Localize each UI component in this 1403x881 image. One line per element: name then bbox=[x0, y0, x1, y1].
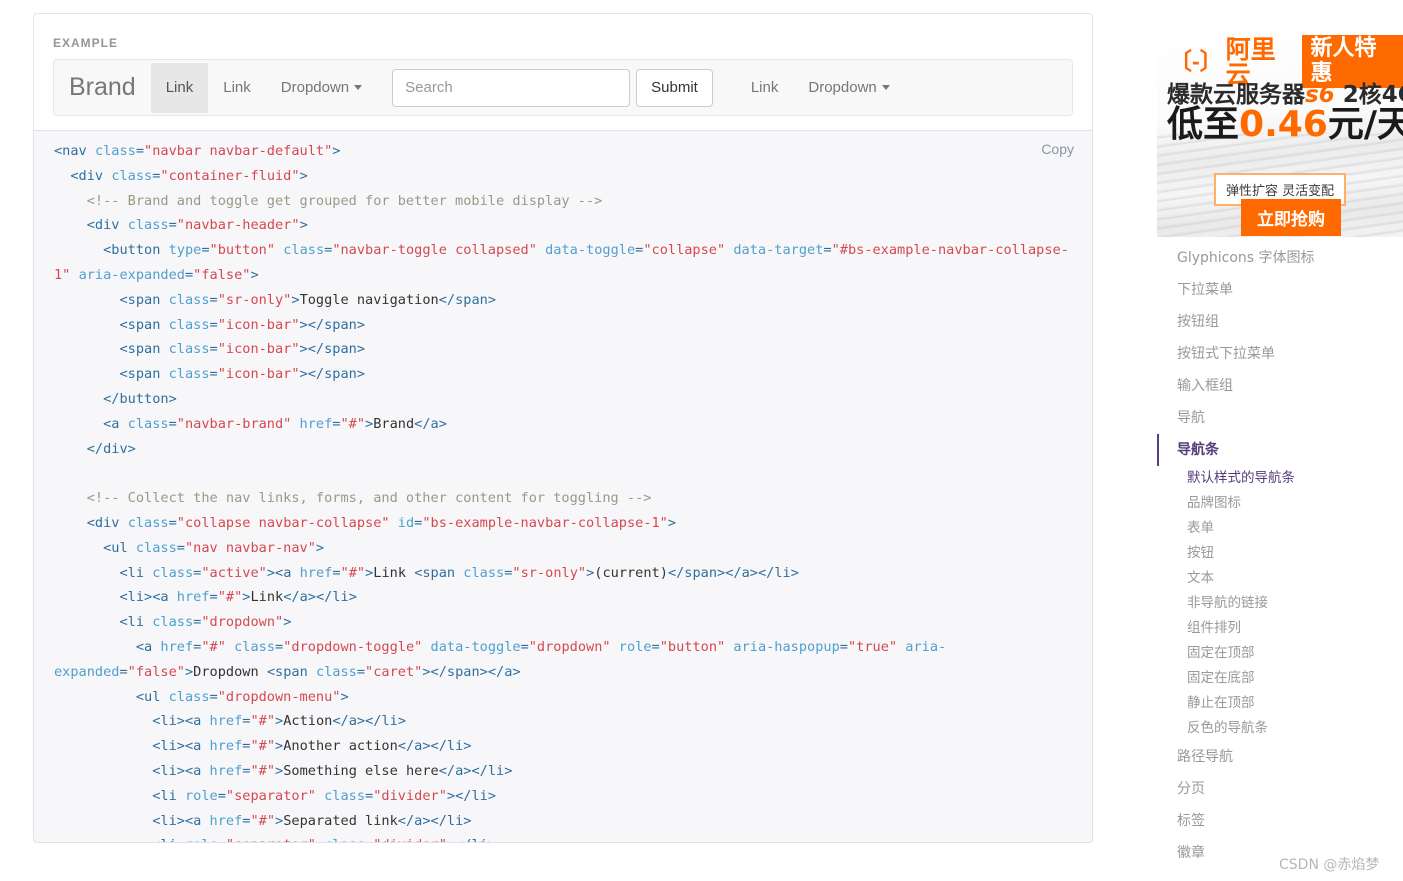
caret-down-icon bbox=[354, 85, 362, 90]
navbar-nav-right: Link Dropdown bbox=[736, 63, 905, 113]
ad-cta-button[interactable]: 立即抢购 bbox=[1241, 199, 1341, 236]
advertisement-banner[interactable]: 〔-〕 阿里云 新人特惠 爆款云服务器s6 2核4G 低至0.46元/天 弹性扩… bbox=[1157, 13, 1403, 237]
demo-navbar: Brand Link Link Dropdown Submit bbox=[53, 59, 1073, 116]
sidebar-subitem-label[interactable]: 静止在顶部 bbox=[1157, 691, 1403, 716]
navbar-item-link-1[interactable]: Link bbox=[151, 63, 209, 113]
example-preview: EXAMPLE Brand Link Link Dropdown bbox=[33, 13, 1093, 130]
sidebar-subitem[interactable]: 静止在顶部 bbox=[1157, 691, 1403, 716]
sidebar-subitem-label[interactable]: 非导航的链接 bbox=[1157, 591, 1403, 616]
submit-button[interactable]: Submit bbox=[636, 69, 713, 107]
navbar-dropdown-toggle[interactable]: Dropdown bbox=[266, 63, 377, 113]
navbar-nav-left: Link Link Dropdown bbox=[151, 63, 377, 113]
sidebar-item-label[interactable]: 下拉菜单 bbox=[1157, 274, 1403, 306]
sidebar-subitem-label[interactable]: 组件排列 bbox=[1157, 616, 1403, 641]
sidebar-subitem[interactable]: 品牌图标 bbox=[1157, 491, 1403, 516]
sidebar-subitem-label[interactable]: 文本 bbox=[1157, 566, 1403, 591]
sidebar-subitem[interactable]: 默认样式的导航条 bbox=[1157, 466, 1403, 491]
ad-price-prefix: 低至 bbox=[1167, 104, 1239, 145]
docs-sidebar: Glyphicons 字体图标下拉菜单按钮组按钮式下拉菜单输入框组导航导航条默认… bbox=[1157, 242, 1403, 869]
caret-down-icon bbox=[882, 85, 890, 90]
sidebar-subitem[interactable]: 组件排列 bbox=[1157, 616, 1403, 641]
sidebar-item-label[interactable]: 分页 bbox=[1157, 773, 1403, 805]
sidebar-subitem[interactable]: 表单 bbox=[1157, 516, 1403, 541]
sidebar-subitem-label[interactable]: 反色的导航条 bbox=[1157, 716, 1403, 741]
watermark-text: CSDN @赤焰梦 bbox=[1279, 854, 1379, 874]
navbar-dropdown-label: Dropdown bbox=[808, 79, 876, 96]
sidebar-subitem-label[interactable]: 表单 bbox=[1157, 516, 1403, 541]
ad-price-line: 低至0.46元/天 bbox=[1167, 107, 1403, 143]
sidebar-subitem-label[interactable]: 品牌图标 bbox=[1157, 491, 1403, 516]
sidebar-subitem[interactable]: 非导航的链接 bbox=[1157, 591, 1403, 616]
navbar-link-label[interactable]: Link bbox=[736, 63, 794, 113]
sidebar-subitem[interactable]: 按钮 bbox=[1157, 541, 1403, 566]
sidebar-item[interactable]: 分页 bbox=[1157, 773, 1403, 805]
copy-button[interactable]: Copy bbox=[1037, 139, 1078, 159]
ad-price-number: 0.46 bbox=[1239, 104, 1328, 145]
sidebar-subitem[interactable]: 反色的导航条 bbox=[1157, 716, 1403, 741]
navbar-brand-link[interactable]: Brand bbox=[54, 60, 151, 115]
example-panel: EXAMPLE Brand Link Link Dropdown bbox=[33, 13, 1093, 843]
ad-logo-mark: 〔-〕 bbox=[1169, 50, 1223, 73]
sidebar-subitem-label[interactable]: 默认样式的导航条 bbox=[1157, 466, 1403, 491]
sidebar-item[interactable]: 导航 bbox=[1157, 402, 1403, 434]
sidebar-item[interactable]: 路径导航 bbox=[1157, 741, 1403, 773]
sidebar-item[interactable]: 按钮组 bbox=[1157, 306, 1403, 338]
sidebar-item[interactable]: Glyphicons 字体图标 bbox=[1157, 242, 1403, 274]
right-column: 〔-〕 阿里云 新人特惠 爆款云服务器s6 2核4G 低至0.46元/天 弹性扩… bbox=[1157, 0, 1403, 881]
search-input[interactable] bbox=[392, 69, 630, 107]
navbar-item-link-2[interactable]: Link bbox=[208, 63, 266, 113]
example-label: EXAMPLE bbox=[34, 14, 137, 57]
sidebar-item-label[interactable]: 按钮组 bbox=[1157, 306, 1403, 338]
code-source[interactable]: <nav class="navbar navbar-default"> <div… bbox=[48, 140, 1078, 843]
navbar-dropdown-label: Dropdown bbox=[281, 79, 349, 96]
navbar-item-dropdown-1[interactable]: Dropdown bbox=[266, 63, 377, 113]
sidebar-item[interactable]: 输入框组 bbox=[1157, 370, 1403, 402]
page-root: EXAMPLE Brand Link Link Dropdown bbox=[0, 0, 1403, 881]
navbar-item-dropdown-2[interactable]: Dropdown bbox=[793, 63, 904, 113]
sidebar-item-label[interactable]: 路径导航 bbox=[1157, 741, 1403, 773]
sidebar-item[interactable]: 导航条默认样式的导航条品牌图标表单按钮文本非导航的链接组件排列固定在顶部固定在底… bbox=[1157, 434, 1403, 741]
sidebar-item-label[interactable]: 按钮式下拉菜单 bbox=[1157, 338, 1403, 370]
sidebar-item-label[interactable]: 标签 bbox=[1157, 805, 1403, 837]
sidebar-item-label[interactable]: Glyphicons 字体图标 bbox=[1157, 242, 1403, 274]
sidebar-item[interactable]: 按钮式下拉菜单 bbox=[1157, 338, 1403, 370]
sidebar-subitem[interactable]: 文本 bbox=[1157, 566, 1403, 591]
navbar-link-label[interactable]: Link bbox=[151, 63, 209, 113]
sidebar-item-label[interactable]: 输入框组 bbox=[1157, 370, 1403, 402]
navbar-link-label[interactable]: Link bbox=[208, 63, 266, 113]
sidebar-item[interactable]: 下拉菜单 bbox=[1157, 274, 1403, 306]
sidebar-list: Glyphicons 字体图标下拉菜单按钮组按钮式下拉菜单输入框组导航导航条默认… bbox=[1157, 242, 1403, 869]
sidebar-subitem[interactable]: 固定在顶部 bbox=[1157, 641, 1403, 666]
code-block: Copy <nav class="navbar navbar-default">… bbox=[33, 130, 1093, 843]
sidebar-subitem-label[interactable]: 固定在顶部 bbox=[1157, 641, 1403, 666]
sidebar-item-label[interactable]: 导航 bbox=[1157, 402, 1403, 434]
sidebar-item-label[interactable]: 导航条 bbox=[1157, 434, 1403, 466]
code-content: <nav class="navbar navbar-default"> <div… bbox=[54, 143, 1069, 843]
navbar-item-link-3[interactable]: Link bbox=[736, 63, 794, 113]
sidebar-subitem-label[interactable]: 固定在底部 bbox=[1157, 666, 1403, 691]
navbar-search-form: Submit bbox=[377, 69, 728, 107]
sidebar-item[interactable]: 标签 bbox=[1157, 805, 1403, 837]
sidebar-subitem-label[interactable]: 按钮 bbox=[1157, 541, 1403, 566]
sidebar-sublist: 默认样式的导航条品牌图标表单按钮文本非导航的链接组件排列固定在顶部固定在底部静止… bbox=[1157, 466, 1403, 741]
ad-price-unit: 元/天 bbox=[1328, 104, 1403, 145]
navbar-dropdown-toggle[interactable]: Dropdown bbox=[793, 63, 904, 113]
sidebar-subitem[interactable]: 固定在底部 bbox=[1157, 666, 1403, 691]
